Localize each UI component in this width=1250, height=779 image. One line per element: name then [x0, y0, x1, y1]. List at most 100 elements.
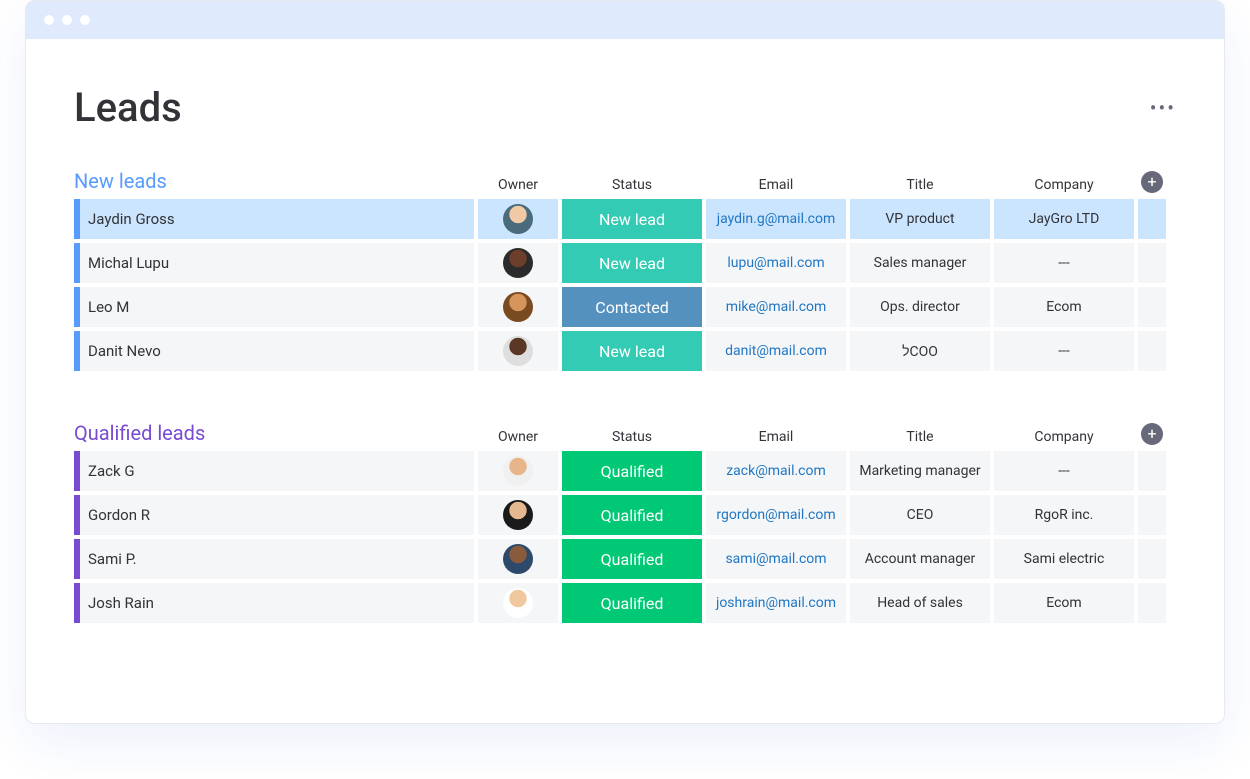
- title-cell[interactable]: Account manager: [850, 539, 990, 579]
- company-cell[interactable]: ---: [994, 451, 1134, 491]
- column-header-title[interactable]: Title: [850, 177, 990, 193]
- group-header: Qualified leadsOwnerStatusEmailTitleComp…: [74, 421, 1176, 451]
- row-trailing-cell: [1138, 287, 1166, 327]
- company-cell[interactable]: Ecom: [994, 583, 1134, 623]
- title-cell[interactable]: Head of sales: [850, 583, 990, 623]
- lead-name-cell[interactable]: Danit Nevo: [74, 331, 474, 371]
- avatar[interactable]: [503, 456, 533, 486]
- column-header-owner[interactable]: Owner: [478, 177, 558, 193]
- email-cell[interactable]: sami@mail.com: [706, 539, 846, 579]
- email-cell[interactable]: danit@mail.com: [706, 331, 846, 371]
- groups-container: New leadsOwnerStatusEmailTitleCompany+Ja…: [74, 169, 1176, 623]
- table-row[interactable]: Zack G Qualifiedzack@mail.comMarketing ma…: [74, 451, 1176, 491]
- page-content: Leads ••• New leadsOwnerStatusEmailTitle…: [26, 39, 1224, 723]
- avatar[interactable]: [503, 588, 533, 618]
- row-trailing-cell: [1138, 243, 1166, 283]
- status-cell[interactable]: Contacted: [562, 287, 702, 327]
- row-trailing-cell: [1138, 331, 1166, 371]
- lead-name-cell[interactable]: Zack G: [74, 451, 474, 491]
- column-header-email[interactable]: Email: [706, 429, 846, 445]
- owner-cell[interactable]: [478, 199, 558, 239]
- title-cell[interactable]: VP product: [850, 199, 990, 239]
- company-cell[interactable]: ---: [994, 331, 1134, 371]
- title-cell[interactable]: CEO: [850, 495, 990, 535]
- avatar[interactable]: [503, 204, 533, 234]
- group-title[interactable]: New leads: [74, 169, 474, 193]
- lead-name-cell[interactable]: Jaydin Gross: [74, 199, 474, 239]
- owner-cell[interactable]: [478, 451, 558, 491]
- status-cell[interactable]: Qualified: [562, 495, 702, 535]
- status-cell[interactable]: Qualified: [562, 539, 702, 579]
- page-header: Leads •••: [74, 84, 1176, 131]
- avatar[interactable]: [503, 248, 533, 278]
- company-cell[interactable]: Sami electric: [994, 539, 1134, 579]
- company-cell[interactable]: Ecom: [994, 287, 1134, 327]
- column-header-company[interactable]: Company: [994, 177, 1134, 193]
- owner-cell[interactable]: [478, 287, 558, 327]
- status-cell[interactable]: New lead: [562, 243, 702, 283]
- email-cell[interactable]: joshrain@mail.com: [706, 583, 846, 623]
- group-new: New leadsOwnerStatusEmailTitleCompany + Ja…: [74, 169, 1176, 371]
- owner-cell[interactable]: [478, 583, 558, 623]
- row-trailing-cell: [1138, 495, 1166, 535]
- title-cell[interactable]: לCOO: [850, 331, 990, 371]
- email-cell[interactable]: jaydin.g@mail.com: [706, 199, 846, 239]
- group-header: New leadsOwnerStatusEmailTitleCompany +: [74, 169, 1176, 199]
- email-cell[interactable]: zack@mail.com: [706, 451, 846, 491]
- table-row[interactable]: Michal Lupu New leadlupu@mail.comSales ma…: [74, 243, 1176, 283]
- add-column-icon[interactable]: +: [1141, 171, 1163, 193]
- table-row[interactable]: Danit Nevo New leaddanit@mail.comלCOO---: [74, 331, 1176, 371]
- column-header-status[interactable]: Status: [562, 429, 702, 445]
- window-dot-icon: [80, 15, 90, 25]
- row-trailing-cell: [1138, 451, 1166, 491]
- window-dot-icon: [44, 15, 54, 25]
- add-column-icon[interactable]: +: [1141, 423, 1163, 445]
- title-cell[interactable]: Sales manager: [850, 243, 990, 283]
- lead-name-cell[interactable]: Sami P.: [74, 539, 474, 579]
- table-row[interactable]: Jaydin Gross New leadjaydin.g@mail.comVP …: [74, 199, 1176, 239]
- email-cell[interactable]: mike@mail.com: [706, 287, 846, 327]
- lead-name-cell[interactable]: Josh Rain: [74, 583, 474, 623]
- column-header-status[interactable]: Status: [562, 177, 702, 193]
- table-row[interactable]: Sami P. Qualifiedsami@mail.comAccount man…: [74, 539, 1176, 579]
- status-cell[interactable]: Qualified: [562, 583, 702, 623]
- lead-name-cell[interactable]: Leo M: [74, 287, 474, 327]
- window-titlebar: [26, 1, 1224, 39]
- row-trailing-cell: [1138, 539, 1166, 579]
- avatar[interactable]: [503, 500, 533, 530]
- app-window: Leads ••• New leadsOwnerStatusEmailTitle…: [25, 0, 1225, 724]
- window-dot-icon: [62, 15, 72, 25]
- table-row[interactable]: Leo M Contactedmike@mail.comOps. director…: [74, 287, 1176, 327]
- lead-name-cell[interactable]: Michal Lupu: [74, 243, 474, 283]
- owner-cell[interactable]: [478, 539, 558, 579]
- column-header-email[interactable]: Email: [706, 177, 846, 193]
- row-trailing-cell: [1138, 583, 1166, 623]
- column-header-owner[interactable]: Owner: [478, 429, 558, 445]
- column-header-title[interactable]: Title: [850, 429, 990, 445]
- avatar[interactable]: [503, 292, 533, 322]
- status-cell[interactable]: Qualified: [562, 451, 702, 491]
- group-qualified: Qualified leadsOwnerStatusEmailTitleComp…: [74, 421, 1176, 623]
- title-cell[interactable]: Marketing manager: [850, 451, 990, 491]
- page-title: Leads: [74, 84, 182, 131]
- company-cell[interactable]: JayGro LTD: [994, 199, 1134, 239]
- table-row[interactable]: Josh Rain Qualifiedjoshrain@mail.comHead …: [74, 583, 1176, 623]
- lead-name-cell[interactable]: Gordon R: [74, 495, 474, 535]
- avatar[interactable]: [503, 336, 533, 366]
- column-header-company[interactable]: Company: [994, 429, 1134, 445]
- email-cell[interactable]: lupu@mail.com: [706, 243, 846, 283]
- group-title[interactable]: Qualified leads: [74, 421, 474, 445]
- owner-cell[interactable]: [478, 243, 558, 283]
- avatar[interactable]: [503, 544, 533, 574]
- table-row[interactable]: Gordon R Qualifiedrgordon@mail.comCEORgoR…: [74, 495, 1176, 535]
- title-cell[interactable]: Ops. director: [850, 287, 990, 327]
- status-cell[interactable]: New lead: [562, 331, 702, 371]
- more-options-icon[interactable]: •••: [1150, 96, 1176, 120]
- company-cell[interactable]: ---: [994, 243, 1134, 283]
- status-cell[interactable]: New lead: [562, 199, 702, 239]
- owner-cell[interactable]: [478, 331, 558, 371]
- email-cell[interactable]: rgordon@mail.com: [706, 495, 846, 535]
- row-trailing-cell: [1138, 199, 1166, 239]
- owner-cell[interactable]: [478, 495, 558, 535]
- company-cell[interactable]: RgoR inc.: [994, 495, 1134, 535]
